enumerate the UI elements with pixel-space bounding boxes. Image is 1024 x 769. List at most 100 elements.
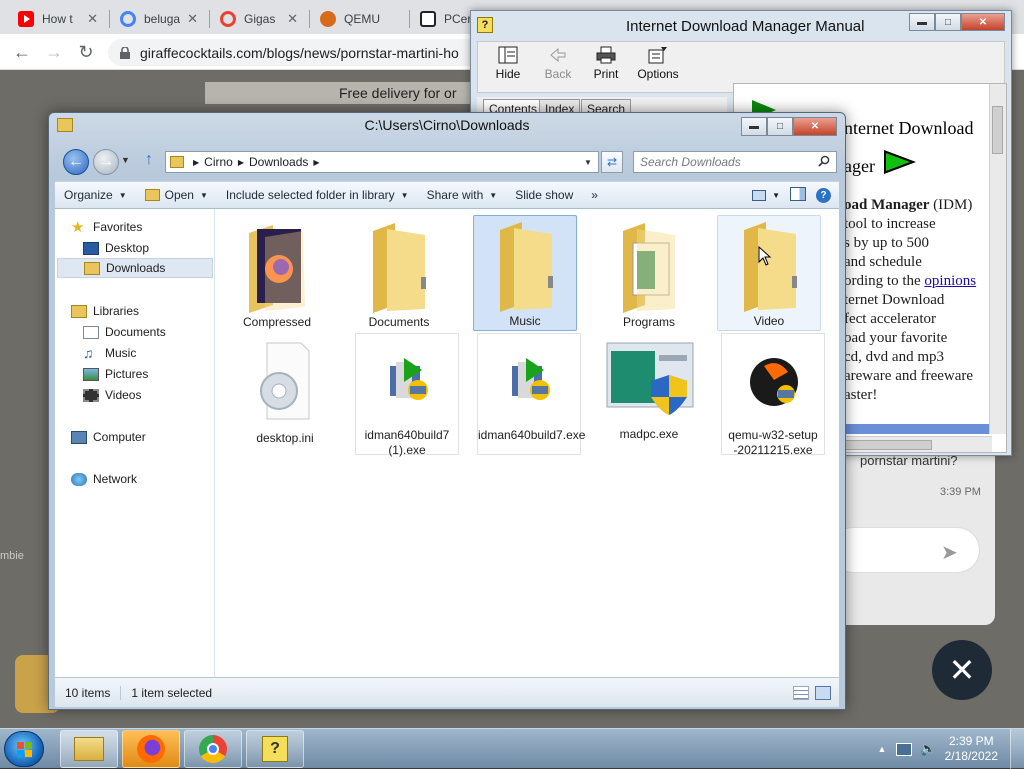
include-in-library-button[interactable]: Include selected folder in library▼ [217,188,418,202]
nav-network[interactable]: Network [71,469,227,489]
chevron-right-icon[interactable]: ▶ [193,158,199,167]
open-label: Open [165,188,194,202]
change-view-button[interactable]: ▼ [752,190,780,201]
nav-label: Videos [105,388,141,402]
opinions-link[interactable]: opinions [924,273,976,289]
taskbar-explorer[interactable] [60,730,118,768]
scroll-thumb[interactable] [992,106,1003,154]
help-vertical-scrollbar[interactable] [989,84,1006,434]
chevron-down-icon[interactable]: ▼ [584,158,598,167]
breadcrumb-cirno[interactable]: Cirno [204,155,233,169]
file-idman[interactable]: idman640build7.exe [477,333,581,455]
browser-back-button[interactable]: ← [10,40,34,64]
browser-reload-button[interactable]: ↻ [74,40,98,64]
browser-tab-google-1[interactable]: beluga ✕ [110,4,208,34]
chat-close-button[interactable]: ✕ [932,640,992,700]
file-qemu-setup[interactable]: qemu-w32-setup -20211215.exe [721,333,825,455]
nav-computer[interactable]: Computer [71,427,227,447]
folder-programs[interactable]: Programs [597,217,701,333]
taskbar: ? ▲ 🔈 2:39 PM 2/18/2022 [0,728,1024,768]
file-madpc[interactable]: madpc.exe [597,333,701,455]
folder-documents[interactable]: Documents [347,217,451,333]
close-icon[interactable]: ✕ [183,11,198,27]
help-icon: ? [477,17,493,33]
chat-input[interactable]: ➤ [830,527,980,573]
nav-pictures[interactable]: Pictures [83,364,239,384]
show-desktop-button[interactable] [1010,729,1024,769]
nav-downloads[interactable]: Downloads [57,258,213,278]
breadcrumb-downloads[interactable]: Downloads [249,155,308,169]
installer-icon [378,336,440,422]
browser-tab-qemu[interactable]: QEMU [310,4,408,34]
explorer-address-bar[interactable]: ▶ Cirno ▶ Downloads ▶ ▼ [165,151,599,173]
folder-compressed[interactable]: Compressed [225,217,329,333]
chevron-down-icon[interactable]: ▼ [121,155,130,165]
open-button[interactable]: Open▼ [136,188,217,202]
minimize-button[interactable]: ▬ [909,13,935,31]
speaker-icon[interactable]: 🔈 [920,741,936,757]
view-toggle [793,686,839,700]
clock[interactable]: 2:39 PM 2/18/2022 [945,734,998,764]
file-desktop-ini[interactable]: desktop.ini [233,337,337,459]
nav-videos[interactable]: Videos [83,385,239,405]
file-idman-1[interactable]: idman640build7 (1).exe [355,333,459,455]
large-icons-view-icon[interactable] [815,686,831,700]
help-button[interactable]: ? [816,187,831,203]
help-bold-term: oad Manager [844,197,929,213]
close-icon[interactable]: ✕ [283,11,298,27]
send-icon[interactable]: ➤ [941,540,958,565]
arrow-up-icon[interactable]: ↑ [145,151,153,169]
organize-button[interactable]: Organize▼ [55,188,136,202]
chat-timestamp: 3:39 PM [940,486,981,498]
taskbar-help[interactable]: ? [246,730,304,768]
maximize-button[interactable]: □ [935,13,961,31]
slide-show-button[interactable]: Slide show [506,188,582,202]
chevron-right-icon[interactable]: ▶ [313,158,319,167]
help-horizontal-scrollbar[interactable] [844,436,992,452]
nav-documents[interactable]: Documents [83,322,239,342]
scroll-thumb[interactable] [844,440,932,450]
search-input[interactable]: Search Downloads [633,151,837,173]
taskbar-firefox[interactable] [122,730,180,768]
chevron-up-icon[interactable]: ▲ [878,744,887,754]
options-icon [648,46,668,64]
nav-desktop[interactable]: Desktop [83,238,239,258]
refresh-button[interactable]: ⇄ [601,151,623,173]
more-commands-button[interactable]: » [582,188,607,202]
nav-favorites[interactable]: ★ Favorites [71,217,227,237]
network-tray-icon[interactable] [896,743,912,756]
forward-button[interactable]: → [93,149,119,175]
close-button[interactable]: ✕ [961,13,1005,31]
search-placeholder: Search Downloads [640,155,741,169]
nav-label: Favorites [93,220,142,234]
options-button[interactable]: Options [630,46,686,81]
close-icon[interactable]: ✕ [83,11,98,27]
help-circle-icon: ? [816,188,831,203]
close-button[interactable]: ✕ [793,117,837,136]
browser-tab-google-2[interactable]: Gigas ✕ [210,4,308,34]
settings-file-icon [255,339,317,425]
back-button[interactable]: ← [63,149,89,175]
taskbar-chrome[interactable] [184,730,242,768]
start-button[interactable] [4,731,44,767]
folder-video[interactable]: Video [717,215,821,331]
browser-tab-youtube[interactable]: How t ✕ [8,4,108,34]
view-controls: ▼ ? [752,187,839,204]
maximize-button[interactable]: □ [767,117,793,136]
details-view-icon[interactable] [793,686,809,700]
firefox-folder-icon [243,221,311,315]
nav-music[interactable]: ♫ Music [83,343,239,363]
back-button[interactable]: Back [534,46,582,81]
explorer-icon [74,737,104,761]
hide-button[interactable]: Hide [484,46,532,81]
nav-libraries[interactable]: Libraries [71,301,227,321]
folder-music[interactable]: Music [473,215,577,331]
minimize-button[interactable]: ▬ [741,117,767,136]
browser-tab-pcem[interactable]: PCem [410,4,472,34]
preview-pane-button[interactable] [790,187,806,204]
chevron-right-icon[interactable]: ▶ [238,158,244,167]
print-button[interactable]: Print [582,46,630,81]
status-bar: 10 items 1 item selected [55,677,839,707]
browser-forward-button[interactable]: → [42,40,66,64]
share-with-button[interactable]: Share with▼ [418,188,507,202]
